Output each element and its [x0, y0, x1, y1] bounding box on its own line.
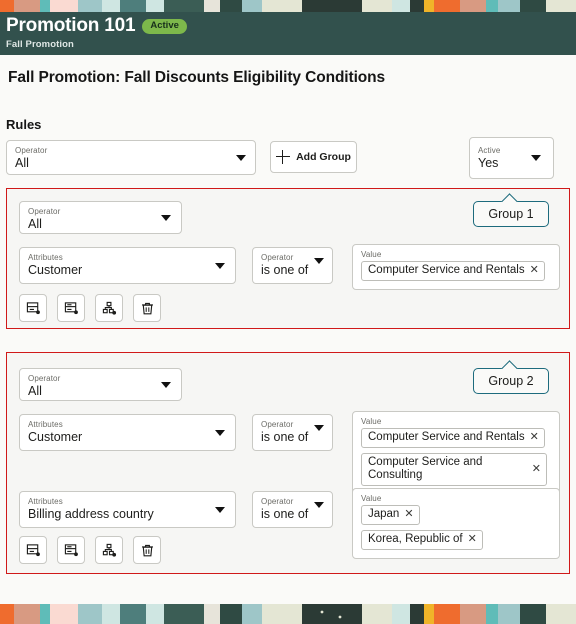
group-operator-label: Operator [28, 207, 61, 216]
value-chip[interactable]: Japan ✕ [361, 505, 420, 525]
value-chip[interactable]: Computer Service and Rentals ✕ [361, 261, 545, 281]
decorative-pattern-bottom [0, 604, 576, 624]
rules-section-label: Rules [6, 117, 42, 132]
add-group-node-icon [102, 543, 116, 557]
main-content: Fall Promotion: Fall Discounts Eligibili… [0, 55, 576, 604]
add-subgroup-button[interactable] [95, 536, 123, 564]
add-nested-row-icon [64, 543, 78, 556]
root-operator-value: All [15, 156, 29, 170]
decorative-pattern-top [0, 0, 576, 12]
attribute-label: Attributes [28, 497, 63, 506]
close-icon[interactable]: ✕ [468, 534, 477, 545]
delete-group-button[interactable] [133, 294, 161, 322]
close-icon[interactable]: ✕ [532, 463, 541, 475]
condition-value-field[interactable]: Value Computer Service and Rentals ✕ Com… [352, 411, 560, 495]
plus-icon [276, 150, 291, 164]
chevron-down-icon [215, 263, 225, 269]
chevron-down-icon [314, 502, 324, 508]
chevron-down-icon [161, 215, 171, 221]
group-operator-label: Operator [28, 374, 61, 383]
rule-group: Group 2 Operator All Attributes Customer… [6, 352, 570, 574]
value-chip-list: Computer Service and Rentals ✕ [361, 260, 551, 285]
value-chip-label: Computer Service and Rentals [368, 431, 525, 443]
page-subtitle: Fall Promotion [6, 39, 74, 50]
attribute-label: Attributes [28, 420, 63, 429]
condition-attribute-select[interactable]: Attributes Customer [19, 247, 236, 284]
condition-operator-value: is one of [261, 507, 309, 521]
add-row-icon [26, 301, 40, 314]
add-row-icon [26, 543, 40, 556]
group-operator-select[interactable]: Operator All [19, 368, 182, 401]
condition-operator-value: is one of [261, 263, 309, 277]
status-badge: Active [142, 18, 187, 34]
add-subgroup-button[interactable] [95, 294, 123, 322]
close-icon[interactable]: ✕ [530, 265, 539, 276]
condition-value-field[interactable]: Value Japan ✕ Korea, Republic of ✕ [352, 488, 560, 559]
value-chip-label: Computer Service and Rentals [368, 264, 525, 276]
add-group-button[interactable]: Add Group [270, 141, 357, 173]
value-chip[interactable]: Computer Service and Consulting ✕ [361, 453, 547, 486]
value-label: Value [361, 250, 382, 259]
chevron-down-icon [314, 258, 324, 264]
group-action-bar [19, 536, 161, 564]
close-icon[interactable]: ✕ [530, 432, 539, 443]
value-chip[interactable]: Korea, Republic of ✕ [361, 530, 483, 550]
root-operator-select[interactable]: Operator All [6, 140, 256, 175]
value-chip-label: Korea, Republic of [368, 533, 463, 545]
group-action-bar [19, 294, 161, 322]
callout-pointer [500, 360, 518, 369]
promotion-rules-page: Promotion 101 Active Fall Promotion Fall… [0, 0, 576, 624]
add-group-node-icon [102, 301, 116, 315]
chevron-down-icon [236, 155, 246, 161]
chevron-down-icon [314, 425, 324, 431]
condition-operator-select[interactable]: Operator is one of [252, 491, 333, 528]
delete-group-button[interactable] [133, 536, 161, 564]
chevron-down-icon [215, 507, 225, 513]
chevron-down-icon [215, 430, 225, 436]
chevron-down-icon [161, 382, 171, 388]
add-condition-button[interactable] [19, 536, 47, 564]
add-nested-row-icon [64, 301, 78, 314]
chevron-down-icon [531, 155, 541, 161]
group-operator-value: All [28, 384, 42, 398]
condition-operator-select[interactable]: Operator is one of [252, 247, 333, 284]
condition-operator-value: is one of [261, 430, 309, 444]
trash-icon [141, 544, 153, 556]
rules-toolbar: Operator All Add Group Active Yes [6, 137, 576, 179]
group-tag: Group 2 [473, 368, 549, 394]
group-operator-select[interactable]: Operator All [19, 201, 182, 234]
value-label: Value [361, 417, 382, 426]
group-tag-label: Group 1 [488, 207, 534, 221]
condition-operator-select[interactable]: Operator is one of [252, 414, 333, 451]
value-chip[interactable]: Computer Service and Rentals ✕ [361, 428, 545, 448]
active-select[interactable]: Active Yes [469, 137, 554, 179]
attribute-value: Customer [28, 263, 83, 277]
root-operator-label: Operator [15, 146, 48, 155]
condition-value-field[interactable]: Value Computer Service and Rentals ✕ [352, 244, 560, 290]
add-condition-button[interactable] [19, 294, 47, 322]
page-title: Promotion 101 [6, 15, 136, 36]
add-nested-condition-button[interactable] [57, 536, 85, 564]
attribute-value: Customer [28, 430, 83, 444]
group-operator-value: All [28, 217, 42, 231]
app-header: Promotion 101 Active Fall Promotion [0, 12, 576, 55]
rule-group: Group 1 Operator All Attributes Customer… [6, 188, 570, 329]
attribute-label: Attributes [28, 253, 63, 262]
value-chip-list: Computer Service and Rentals ✕ Computer … [361, 427, 551, 490]
trash-icon [141, 302, 153, 314]
add-nested-condition-button[interactable] [57, 294, 85, 322]
value-chip-list: Japan ✕ Korea, Republic of ✕ [361, 504, 551, 554]
group-tag-label: Group 2 [488, 374, 534, 388]
value-chip-label: Computer Service and Consulting [368, 456, 483, 481]
value-chip-label: Japan [368, 508, 400, 520]
condition-attribute-select[interactable]: Attributes Customer [19, 414, 236, 451]
condition-attribute-select[interactable]: Attributes Billing address country [19, 491, 236, 528]
close-icon[interactable]: ✕ [404, 509, 413, 520]
add-group-label: Add Group [296, 151, 351, 163]
value-label: Value [361, 494, 382, 503]
content-heading: Fall Promotion: Fall Discounts Eligibili… [8, 69, 386, 86]
callout-pointer [500, 193, 518, 202]
group-tag: Group 1 [473, 201, 549, 227]
attribute-value: Billing address country [28, 507, 154, 521]
